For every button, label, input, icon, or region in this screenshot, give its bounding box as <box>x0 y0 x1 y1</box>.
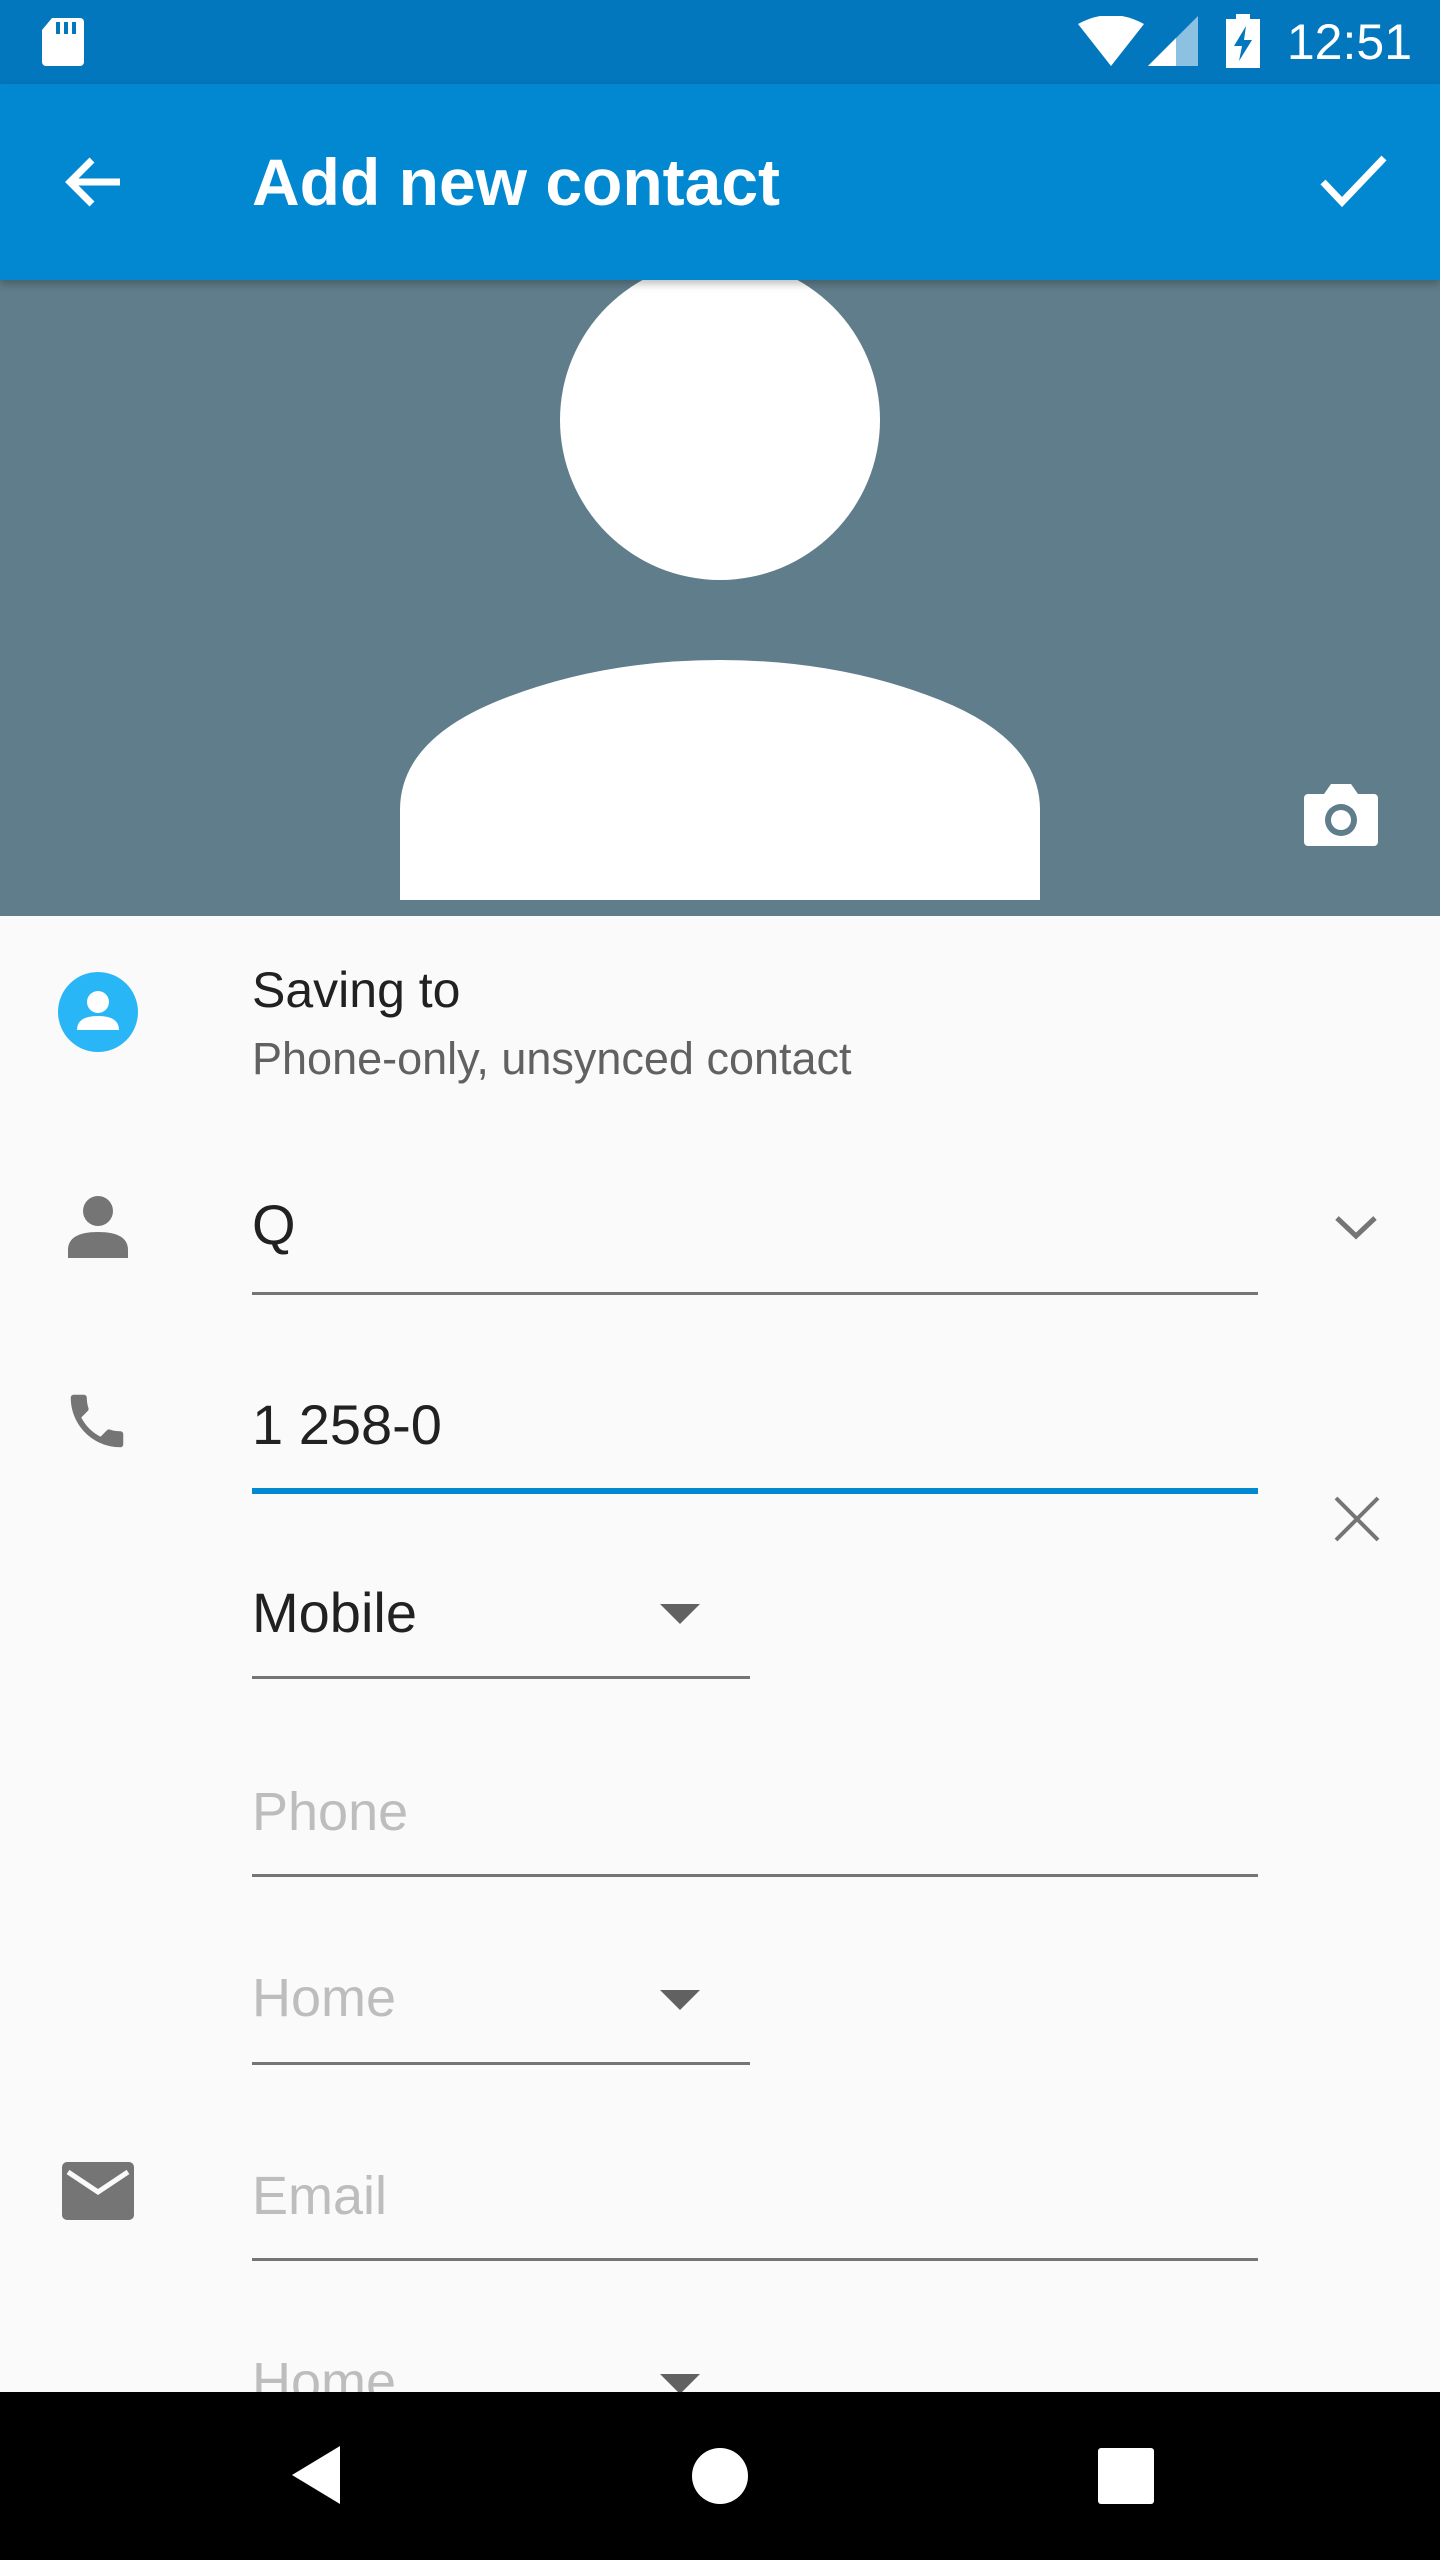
battery-charging-icon <box>1226 14 1260 68</box>
phone-field[interactable]: 1 258-0 <box>252 1392 1258 1496</box>
account-icon <box>58 972 138 1052</box>
dropdown-arrow-icon <box>660 2374 700 2394</box>
account-title: Saving to <box>252 962 461 1018</box>
phone2-placeholder: Phone <box>252 1782 409 1842</box>
name-underline <box>252 1292 1258 1295</box>
remove-phone-icon[interactable] <box>1334 1496 1380 1542</box>
phone2-underline <box>252 1874 1258 1877</box>
email-field[interactable]: Email <box>252 2164 1258 2264</box>
account-row[interactable]: Saving to Phone-only, unsynced contact <box>0 916 1440 1116</box>
dropdown-arrow-icon <box>660 1990 700 2010</box>
phone2-field[interactable]: Phone <box>252 1780 1258 1880</box>
nav-home-icon[interactable] <box>692 2448 748 2504</box>
camera-icon[interactable] <box>1304 780 1378 846</box>
phone-type-value: Mobile <box>252 1581 417 1644</box>
email-underline <box>252 2258 1258 2261</box>
account-subtitle: Phone-only, unsynced contact <box>252 1033 852 1084</box>
name-value: Q <box>252 1193 296 1256</box>
phone-value: 1 258-0 <box>252 1393 442 1456</box>
email-placeholder: Email <box>252 2166 388 2226</box>
phone2-type-underline <box>252 2062 750 2065</box>
person-icon <box>68 1196 128 1258</box>
nav-recents-icon[interactable] <box>1098 2448 1154 2504</box>
back-arrow-icon[interactable] <box>62 150 126 214</box>
phone-type-dropdown[interactable]: Mobile <box>252 1580 750 1680</box>
dropdown-arrow-icon <box>660 1604 700 1624</box>
name-field[interactable]: Q <box>252 1192 1258 1296</box>
app-bar: Add new contact <box>0 84 1440 280</box>
nav-back-icon[interactable] <box>290 2444 342 2506</box>
phone-underline <box>252 1488 1258 1494</box>
signal-icon <box>1148 16 1198 66</box>
status-time: 12:51 <box>1286 14 1412 70</box>
email-icon <box>62 2162 134 2220</box>
page-title: Add new contact <box>252 145 781 219</box>
phone-type-underline <box>252 1676 750 1679</box>
wifi-icon <box>1078 16 1144 66</box>
contact-photo-area[interactable] <box>0 280 1440 916</box>
phone-icon <box>70 1394 124 1448</box>
navigation-bar <box>0 2392 1440 2560</box>
phone2-type-dropdown[interactable]: Home <box>252 1966 750 2066</box>
phone2-type-value: Home <box>252 1968 397 2028</box>
expand-chevron-icon[interactable] <box>1334 1214 1378 1242</box>
save-check-icon[interactable] <box>1318 148 1388 212</box>
person-placeholder-icon <box>400 280 1040 900</box>
sd-card-icon <box>42 18 84 66</box>
status-bar: 12:51 <box>0 0 1440 84</box>
